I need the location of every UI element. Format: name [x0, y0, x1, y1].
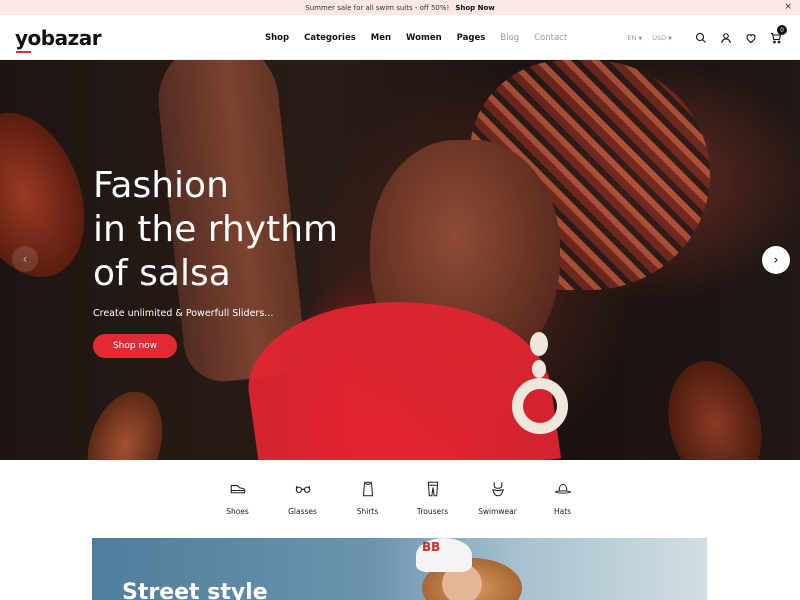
slider-next-button[interactable]: › [762, 246, 790, 274]
language-value: EN [627, 33, 637, 42]
search-icon[interactable] [694, 31, 707, 44]
category-item-swimwear[interactable]: Swimwear [465, 480, 530, 516]
logo[interactable]: yobazar [15, 26, 102, 50]
hero-image-leaf [74, 381, 176, 460]
category-label: Hats [553, 507, 572, 516]
category-item-shirts[interactable]: Shirts [335, 480, 400, 516]
nav-item-men[interactable]: Men [371, 33, 391, 43]
glasses-icon [295, 485, 310, 493]
swimwear-icon [491, 482, 504, 497]
category-label: Swimwear [478, 507, 517, 516]
promo-title: Street style [122, 580, 268, 600]
nav-item-contact[interactable]: Contact [534, 33, 567, 43]
currency-selector[interactable]: USD ▼ [652, 34, 672, 42]
category-item-shoes[interactable]: Shoes [205, 480, 270, 516]
nav-item-categories[interactable]: Categories [304, 33, 356, 43]
category-label: Shirts [356, 507, 379, 516]
chevron-down-icon: ▼ [638, 35, 643, 42]
hero-title-line: Fashion [93, 165, 229, 206]
shirt-icon [362, 481, 373, 497]
cart-icon[interactable]: 0 [769, 25, 787, 44]
hero-slider: Fashion in the rhythm of salsa Create un… [0, 60, 800, 460]
category-label: Shoes [226, 507, 249, 516]
user-icon[interactable] [719, 31, 732, 44]
site-header: yobazar Shop Categories Men Women Pages … [0, 15, 800, 60]
category-item-glasses[interactable]: Glasses [270, 480, 335, 516]
language-selector[interactable]: EN ▼ [627, 34, 642, 42]
category-strip: Shoes Glasses Shirts Trousers Swimwear H… [0, 460, 800, 538]
main-nav: Shop Categories Men Women Pages Blog Con… [265, 15, 567, 60]
hero-image-earring [530, 332, 548, 356]
category-item-hats[interactable]: Hats [530, 480, 595, 516]
cart-count-badge: 0 [777, 25, 787, 35]
nav-item-blog[interactable]: Blog [500, 33, 519, 43]
hero-title-line: of salsa [93, 253, 231, 294]
hero-subtitle: Create unlimited & Powerfull Sliders... [93, 308, 274, 319]
category-label: Trousers [416, 507, 449, 516]
hero-title-line: in the rhythm [93, 209, 339, 250]
announcement-bar: Summer sale for all swim suits - off 50%… [0, 0, 800, 15]
nav-item-shop[interactable]: Shop [265, 33, 289, 43]
announcement-shop-now-link[interactable]: Shop Now [455, 4, 494, 12]
category-item-trousers[interactable]: Trousers [400, 480, 465, 516]
currency-value: USD [652, 33, 667, 42]
hero-image-leaf [654, 350, 776, 460]
close-icon[interactable]: × [784, 2, 792, 12]
header-tools: EN ▼ USD ▼ 0 [627, 15, 787, 60]
nav-item-women[interactable]: Women [406, 33, 442, 43]
logo-accent-bar [16, 51, 31, 53]
nav-item-pages[interactable]: Pages [457, 33, 486, 43]
promo-banner[interactable]: BB Street style [92, 538, 707, 600]
category-label: Glasses [288, 507, 317, 516]
hat-icon [554, 483, 571, 494]
shoe-icon [230, 485, 245, 494]
hero-image-earring [512, 378, 568, 434]
trousers-icon [427, 481, 438, 497]
announcement-message: Summer sale for all swim suits - off 50%… [305, 3, 450, 12]
chevron-right-icon: › [773, 252, 779, 268]
chevron-left-icon: ‹ [22, 252, 28, 266]
slider-prev-button[interactable]: ‹ [12, 246, 38, 272]
hero-title: Fashion in the rhythm of salsa [93, 164, 373, 296]
chevron-down-icon: ▼ [668, 35, 672, 42]
heart-icon[interactable] [744, 31, 757, 44]
shop-now-button[interactable]: Shop now [93, 334, 177, 358]
hero-image-earring [532, 360, 546, 378]
promo-cap-lettering: BB [422, 540, 441, 554]
